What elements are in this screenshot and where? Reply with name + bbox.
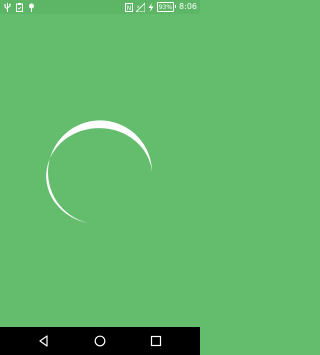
battery-saver-icon <box>148 2 154 12</box>
navigation-bar <box>0 327 200 355</box>
recents-button[interactable] <box>148 333 164 349</box>
location-icon <box>28 3 35 12</box>
svg-text:N: N <box>126 5 131 12</box>
usb-icon <box>4 2 11 12</box>
loading-spinner <box>46 120 152 223</box>
back-icon <box>38 335 50 347</box>
clipboard-icon <box>16 2 23 12</box>
home-icon <box>94 335 106 347</box>
back-button[interactable] <box>36 333 52 349</box>
system-icons: N x 93% 8:06 <box>124 0 197 14</box>
recents-icon <box>150 335 162 347</box>
spinner-arc <box>46 120 152 223</box>
status-clock: 8:06 <box>179 2 197 11</box>
signal-icon: x <box>135 2 145 12</box>
status-bar: N x 93% 8:06 <box>0 0 200 14</box>
home-button[interactable] <box>92 333 108 349</box>
battery-percentage: 93% <box>158 3 173 11</box>
nfc-icon: N <box>124 2 133 12</box>
battery-indicator: 93% <box>156 2 177 12</box>
notification-icons <box>4 0 35 14</box>
app-screen: N x 93% 8:06 <box>0 0 200 355</box>
